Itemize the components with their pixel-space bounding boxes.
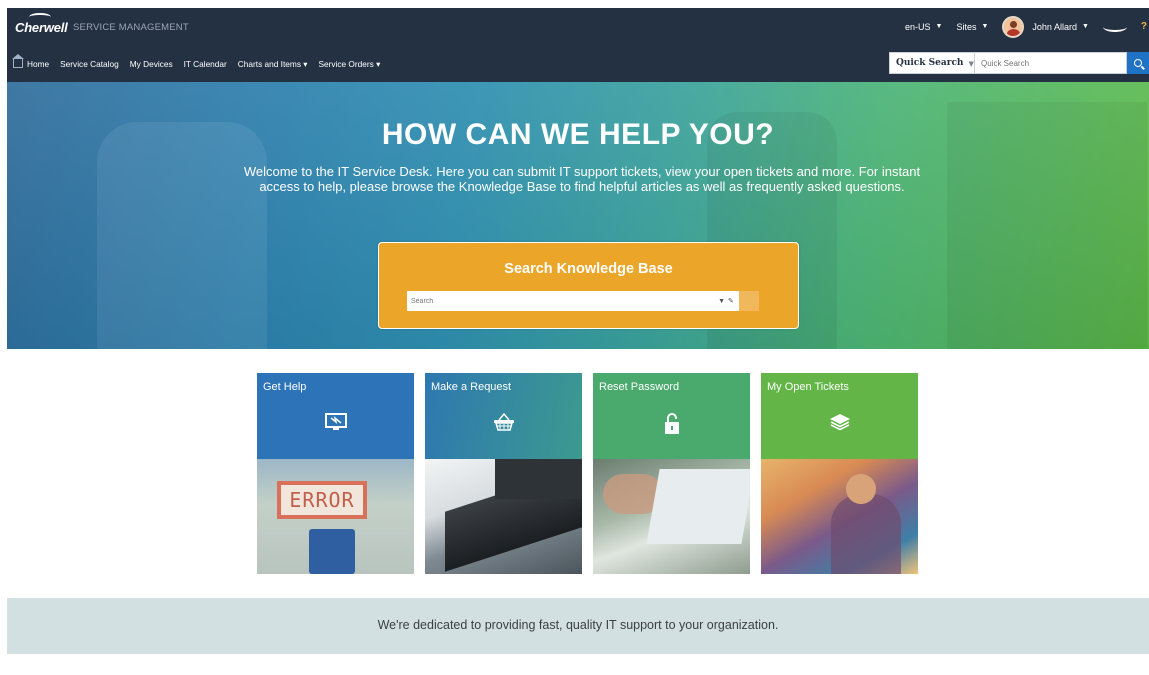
chevron-down-icon: ▼: [968, 58, 974, 68]
knowledge-base-search-panel: Search Knowledge Base ▼ ✎: [378, 242, 799, 329]
knowledge-base-title: Search Knowledge Base: [504, 261, 673, 277]
wrench-icon: ✎: [728, 298, 734, 305]
tile-label: My Open Tickets: [767, 381, 849, 393]
sites-dropdown[interactable]: Sites ▼: [956, 22, 988, 32]
person-head-image: [846, 474, 876, 504]
monitor-icon: [257, 413, 414, 431]
page-frame: Cherwell SERVICE MANAGEMENT en-US ▼ Site…: [7, 8, 1149, 668]
sites-label: Sites: [956, 21, 977, 32]
user-name: John Allard: [1032, 21, 1077, 32]
nav-bar: Home Service Catalog My Devices IT Calen…: [7, 45, 1149, 82]
tile-header: My Open Tickets: [761, 373, 918, 459]
nav-item-label: Home: [27, 58, 50, 69]
logo[interactable]: Cherwell: [15, 20, 68, 35]
avatar: [1002, 15, 1025, 38]
nav-item-service-catalog[interactable]: Service Catalog: [60, 59, 119, 69]
tile-image: [425, 459, 582, 574]
tile-label: Get Help: [263, 381, 307, 393]
tile-image: ERROR: [257, 459, 414, 574]
tile-label: Reset Password: [599, 381, 680, 393]
tile-header: Reset Password: [593, 373, 750, 459]
phone-image: [309, 529, 355, 574]
tile-image: [593, 459, 750, 574]
laptop-screen-image: [495, 459, 582, 499]
hero-text: Welcome to the IT Service Desk. Here you…: [243, 164, 921, 194]
layers-icon: [761, 413, 918, 431]
person-image: [831, 494, 901, 574]
hero-title: HOW CAN WE HELP YOU?: [381, 118, 775, 151]
nav-item-it-calendar[interactable]: IT Calendar: [184, 59, 227, 69]
chevron-down-icon: ▼: [981, 23, 989, 30]
laptop-screen-image: [646, 469, 750, 544]
quick-search-select[interactable]: Quick Search ▼: [889, 52, 975, 74]
home-icon: [12, 54, 24, 68]
product-name: SERVICE MANAGEMENT: [73, 22, 189, 33]
error-sign: ERROR: [277, 481, 367, 519]
nav-item-home[interactable]: Home: [12, 54, 50, 69]
footer-band: We're dedicated to providing fast, quali…: [7, 598, 1149, 654]
nav-item-service-orders[interactable]: Service Orders ▾: [318, 59, 380, 69]
help-icon[interactable]: ?: [1141, 21, 1147, 32]
quick-search-select-label: Quick Search: [896, 58, 964, 68]
chevron-down-icon: ▼: [935, 23, 943, 30]
chevron-down-icon: ▼: [1081, 23, 1089, 30]
hero-banner: HOW CAN WE HELP YOU? Welcome to the IT S…: [7, 82, 1149, 349]
tile-make-a-request[interactable]: Make a Request: [425, 373, 582, 574]
tile-reset-password[interactable]: Reset Password: [593, 373, 750, 574]
top-bar: Cherwell SERVICE MANAGEMENT en-US ▼ Site…: [7, 8, 1149, 45]
tile-image: [761, 459, 918, 574]
quick-search-button[interactable]: [1127, 52, 1149, 74]
knowledge-base-options[interactable]: ▼ ✎: [713, 291, 739, 311]
user-menu[interactable]: John Allard ▼: [1002, 15, 1089, 38]
locale-label: en-US: [905, 21, 931, 32]
basket-icon: [425, 413, 582, 431]
nav-items: Home Service Catalog My Devices IT Calen…: [12, 45, 391, 82]
locale-dropdown[interactable]: en-US ▼: [905, 22, 942, 32]
nav-item-my-devices[interactable]: My Devices: [130, 59, 173, 69]
nav-item-charts-and-items[interactable]: Charts and Items ▾: [238, 59, 308, 69]
search-icon: [1134, 59, 1142, 67]
tile-label: Make a Request: [431, 381, 512, 393]
chevron-down-icon: ▼: [718, 297, 726, 305]
tile-my-open-tickets[interactable]: My Open Tickets: [761, 373, 918, 574]
knowledge-base-search-button[interactable]: [739, 291, 759, 311]
footer-text: We're dedicated to providing fast, quali…: [377, 618, 779, 632]
tile-header: Make a Request: [425, 373, 582, 459]
quick-search-input[interactable]: [975, 52, 1127, 74]
quick-search: Quick Search ▼: [889, 52, 1149, 74]
knowledge-base-search-input[interactable]: [407, 291, 713, 311]
tile-header: Get Help: [257, 373, 414, 459]
top-right-menu: en-US ▼ Sites ▼ John Allard ▼ ?: [905, 8, 1149, 45]
swoosh-icon[interactable]: [1102, 22, 1127, 32]
tile-get-help[interactable]: Get Help ERROR: [257, 373, 414, 574]
lock-icon: [593, 413, 750, 435]
